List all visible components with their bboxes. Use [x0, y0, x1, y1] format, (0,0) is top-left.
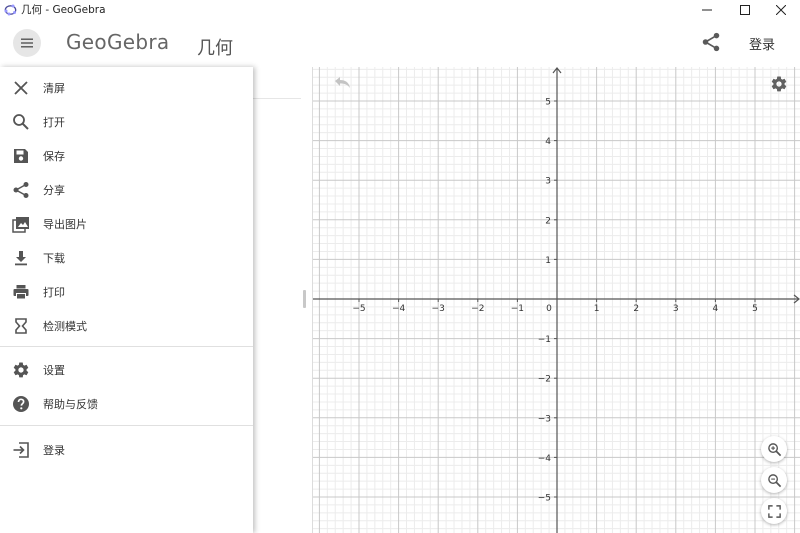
algebra-input-divider [253, 98, 301, 99]
x-tick-label: −3 [432, 304, 445, 314]
hamburger-menu-icon [21, 38, 33, 48]
coordinate-grid: −5−4−3−2−1012345654321−1−2−3−4−5−6 [313, 67, 800, 533]
menu-item-label: 登录 [43, 444, 65, 457]
menu-item-label: 导出图片 [43, 218, 87, 231]
menu-item-label: 帮助与反馈 [43, 398, 98, 411]
gear-icon [13, 362, 29, 378]
y-tick-label: 1 [545, 256, 551, 266]
save-icon [14, 149, 28, 163]
menu-button[interactable] [13, 29, 41, 57]
menu-item-label: 打开 [43, 116, 65, 129]
close-icon [776, 5, 786, 15]
y-tick-label: −1 [538, 335, 551, 345]
menu-item-settings[interactable]: 设置 [0, 355, 253, 385]
y-tick-label: 3 [545, 177, 551, 187]
login-button[interactable]: 登录 [749, 34, 775, 53]
search-icon [13, 114, 29, 130]
graphics-settings-gear-icon[interactable] [770, 75, 788, 93]
image-icon [12, 217, 29, 233]
panel-resize-handle[interactable] [303, 290, 306, 308]
menu-item-label: 分享 [43, 184, 65, 197]
app-name: 几何 [197, 38, 233, 59]
sign-in-icon [13, 442, 29, 458]
hourglass-icon [15, 318, 27, 334]
print-icon [13, 285, 29, 300]
minimize-button[interactable] [690, 0, 724, 20]
y-tick-label: −3 [538, 414, 551, 424]
app-header: GeoGebra 几何 登录 [0, 20, 800, 66]
window-title: 几何 - GeoGebra [21, 4, 106, 16]
minimize-icon [702, 9, 712, 11]
x-tick-label: −4 [392, 304, 406, 314]
undo-icon[interactable] [332, 76, 352, 92]
menu-item-open[interactable]: 打开 [0, 107, 253, 137]
menu-item-share[interactable]: 分享 [0, 175, 253, 205]
y-tick-label: 2 [545, 216, 551, 226]
x-tick-label: 4 [713, 304, 719, 314]
menu-item-login[interactable]: 登录 [0, 435, 253, 465]
menu-item-save[interactable]: 保存 [0, 141, 253, 171]
menu-item-label: 检测模式 [43, 320, 87, 333]
menu-item-export-image[interactable]: 导出图片 [0, 209, 253, 239]
title-bar: 几何 - GeoGebra [0, 0, 800, 20]
fullscreen-button[interactable] [761, 498, 787, 524]
zoom-in-icon [767, 442, 781, 456]
graphics-view[interactable]: −5−4−3−2−1012345654321−1−2−3−4−5−6 [313, 67, 800, 533]
x-tick-label: 2 [633, 304, 639, 314]
geogebra-logo: GeoGebra [66, 30, 170, 54]
x-tick-label: −1 [511, 304, 524, 314]
menu-item-download[interactable]: 下载 [0, 243, 253, 273]
zoom-out-icon [767, 473, 781, 487]
menu-item-label: 下载 [43, 252, 65, 265]
geogebra-window: 几何 - GeoGebra GeoGebra 几何 登录 −5 −4 −3 −2… [0, 0, 800, 533]
fullscreen-icon [767, 504, 781, 518]
close-button[interactable] [764, 0, 798, 20]
y-tick-label: −5 [538, 494, 551, 504]
y-tick-label: 4 [545, 137, 551, 147]
x-tick-label: −2 [471, 304, 484, 314]
help-icon [13, 396, 29, 412]
close-icon [14, 81, 28, 95]
x-tick-label: 1 [594, 304, 600, 314]
menu-item-print[interactable]: 打印 [0, 277, 253, 307]
menu-item-label: 保存 [43, 150, 65, 163]
zoom-in-button[interactable] [761, 436, 787, 462]
menu-item-exam-mode[interactable]: 检测模式 [0, 311, 253, 341]
maximize-button[interactable] [728, 0, 762, 20]
y-tick-label: 6 [545, 67, 551, 68]
menu-item-help[interactable]: 帮助与反馈 [0, 389, 253, 419]
menu-item-label: 清屏 [43, 82, 65, 95]
x-tick-label: 0 [546, 304, 552, 314]
x-tick-label: 5 [752, 304, 758, 314]
menu-item-label: 设置 [43, 364, 65, 377]
y-tick-label: −2 [538, 375, 551, 385]
y-tick-label: −4 [538, 454, 552, 464]
zoom-out-button[interactable] [761, 467, 787, 493]
y-tick-label: 5 [545, 98, 551, 108]
menu-divider [0, 425, 253, 426]
x-tick-label: −5 [352, 304, 365, 314]
menu-item-clear[interactable]: 清屏 [0, 73, 253, 103]
menu-divider [0, 346, 253, 347]
share-icon[interactable] [700, 31, 722, 53]
menu-item-label: 打印 [43, 286, 65, 299]
x-tick-label: 3 [673, 304, 679, 314]
side-menu: 清屏 打开 保存 分享 导出图片 下载 打印 检测模式 设置 帮助与反馈 登录 [0, 67, 253, 533]
download-icon [15, 251, 27, 266]
geogebra-app-icon [4, 4, 17, 16]
share-icon [13, 182, 29, 198]
maximize-icon [740, 5, 750, 15]
